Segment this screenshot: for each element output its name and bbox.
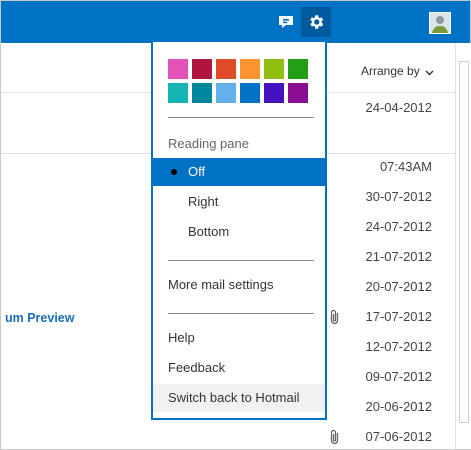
settings-menu: Reading pane Off Right Bottom More mail … [151, 42, 327, 420]
theme-swatch[interactable] [192, 59, 212, 79]
menu-divider [168, 313, 314, 314]
top-bar [1, 1, 470, 43]
window: Arrange by 24-04-2012 07:43AM 30-07-2012… [0, 0, 471, 450]
chat-icon[interactable] [271, 7, 301, 37]
message-date: 21-07-2012 [365, 249, 433, 264]
theme-swatch[interactable] [216, 59, 236, 79]
menu-item-label: Right [188, 194, 219, 209]
message-date: 24-07-2012 [365, 219, 433, 234]
theme-swatch[interactable] [264, 59, 284, 79]
message-date: 12-07-2012 [365, 339, 433, 354]
theme-swatch[interactable] [288, 59, 308, 79]
message-date: 24-04-2012 [365, 100, 433, 115]
chevron-down-icon [425, 65, 434, 79]
switch-back-item[interactable]: Switch back to Hotmail [153, 384, 325, 412]
menu-divider [168, 117, 314, 118]
reading-pane-right[interactable]: Right [153, 188, 325, 216]
scrollbar[interactable] [455, 43, 471, 449]
message-date: 20-07-2012 [365, 279, 433, 294]
message-date: 07-06-2012 [365, 429, 433, 444]
theme-swatch[interactable] [288, 83, 308, 103]
message-date: 30-07-2012 [365, 189, 433, 204]
menu-item-label: Help [168, 330, 195, 345]
arrange-by-button[interactable]: Arrange by [361, 64, 434, 79]
reading-pane-label: Reading pane [168, 136, 249, 151]
menu-divider [168, 260, 314, 261]
menu-item-label: Feedback [168, 360, 226, 375]
menu-item-label: Switch back to Hotmail [168, 390, 300, 405]
scrollbar-thumb[interactable] [459, 61, 469, 423]
theme-swatch[interactable] [216, 83, 236, 103]
theme-swatch[interactable] [240, 83, 260, 103]
avatar[interactable] [429, 12, 451, 34]
message-date: 09-07-2012 [365, 369, 433, 384]
paperclip-icon [329, 309, 340, 330]
menu-item-label: More mail settings [168, 277, 274, 292]
theme-swatch[interactable] [168, 59, 188, 79]
arrange-by-label: Arrange by [361, 64, 420, 78]
message-date: 20-06-2012 [365, 399, 433, 414]
feedback-item[interactable]: Feedback [153, 354, 325, 382]
message-date: 17-07-2012 [365, 309, 433, 324]
message-date: 07:43AM [379, 159, 432, 174]
theme-swatch[interactable] [240, 59, 260, 79]
message-subject-link[interactable]: um Preview [5, 311, 74, 325]
reading-pane-bottom[interactable]: Bottom [153, 218, 325, 246]
menu-item-label: Off [188, 164, 206, 179]
selected-bullet-icon [171, 169, 177, 175]
theme-swatch[interactable] [192, 83, 212, 103]
theme-swatch[interactable] [264, 83, 284, 103]
gear-icon[interactable] [301, 7, 331, 37]
help-item[interactable]: Help [153, 324, 325, 352]
theme-swatch[interactable] [168, 83, 188, 103]
menu-item-label: Bottom [188, 224, 230, 239]
more-mail-settings[interactable]: More mail settings [153, 271, 325, 299]
reading-pane-off[interactable]: Off [153, 158, 325, 186]
paperclip-icon [329, 429, 340, 450]
